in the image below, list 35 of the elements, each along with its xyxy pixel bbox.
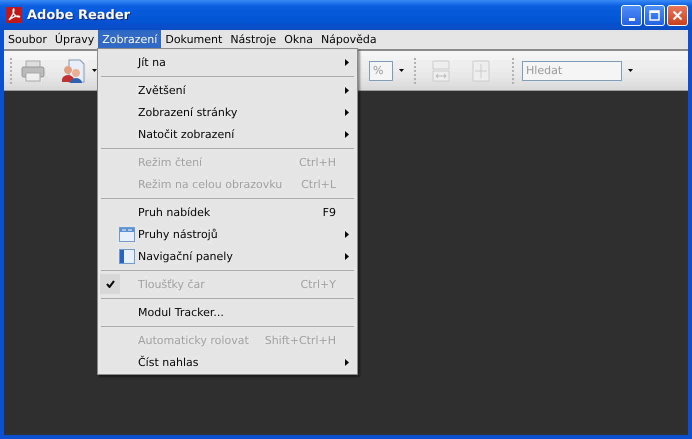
menu-item[interactable]: Soubor — [4, 30, 51, 49]
menu-item[interactable]: Úpravy — [50, 30, 98, 49]
caret-icon[interactable] — [399, 69, 404, 72]
menu-option[interactable]: Modul Tracker... — [138, 306, 356, 318]
shortcut-label: F9 — [322, 206, 336, 218]
people-document-icon[interactable] — [60, 58, 86, 84]
menu-option[interactable]: Pruh nabídek — [138, 206, 323, 218]
minimize-icon — [628, 18, 634, 20]
toolbar-window-icon — [119, 226, 135, 242]
menu-option[interactable]: Natočit zobrazení — [138, 128, 356, 140]
shortcut-label: Ctrl+Y — [300, 278, 336, 290]
maximize-icon — [649, 10, 660, 20]
window-title: Adobe Reader — [27, 8, 132, 22]
close-button[interactable] — [667, 4, 688, 26]
menu-option[interactable]: Navigační panely — [138, 250, 356, 262]
shortcut-label: Ctrl+L — [301, 178, 336, 190]
shortcut-label: Shift+Ctrl+H — [264, 334, 336, 346]
menu-item[interactable]: Okna — [280, 30, 317, 49]
menu-item[interactable]: Nápověda — [316, 30, 381, 49]
menu-item[interactable]: Nástroje — [226, 30, 280, 49]
side-panel-icon — [119, 248, 135, 264]
menu-item[interactable]: Dokument — [161, 30, 226, 49]
caret-icon[interactable] — [92, 69, 97, 72]
close-icon — [672, 10, 683, 20]
minimize-button[interactable] — [621, 4, 642, 26]
menu-option[interactable]: Zvětšení — [138, 84, 356, 96]
pdf-icon — [6, 7, 22, 23]
menu-item[interactable]: Zobrazení — [98, 30, 162, 49]
shortcut-label: Ctrl+H — [298, 156, 336, 168]
menu-option[interactable]: Zobrazení stránky — [138, 106, 356, 118]
maximize-button[interactable] — [644, 4, 665, 26]
caret-icon[interactable] — [628, 69, 633, 72]
menu-option[interactable]: Pruhy nástrojů — [138, 228, 356, 240]
menu-option[interactable]: Jít na — [138, 56, 356, 68]
menu-option[interactable]: Číst nahlas — [138, 356, 356, 368]
